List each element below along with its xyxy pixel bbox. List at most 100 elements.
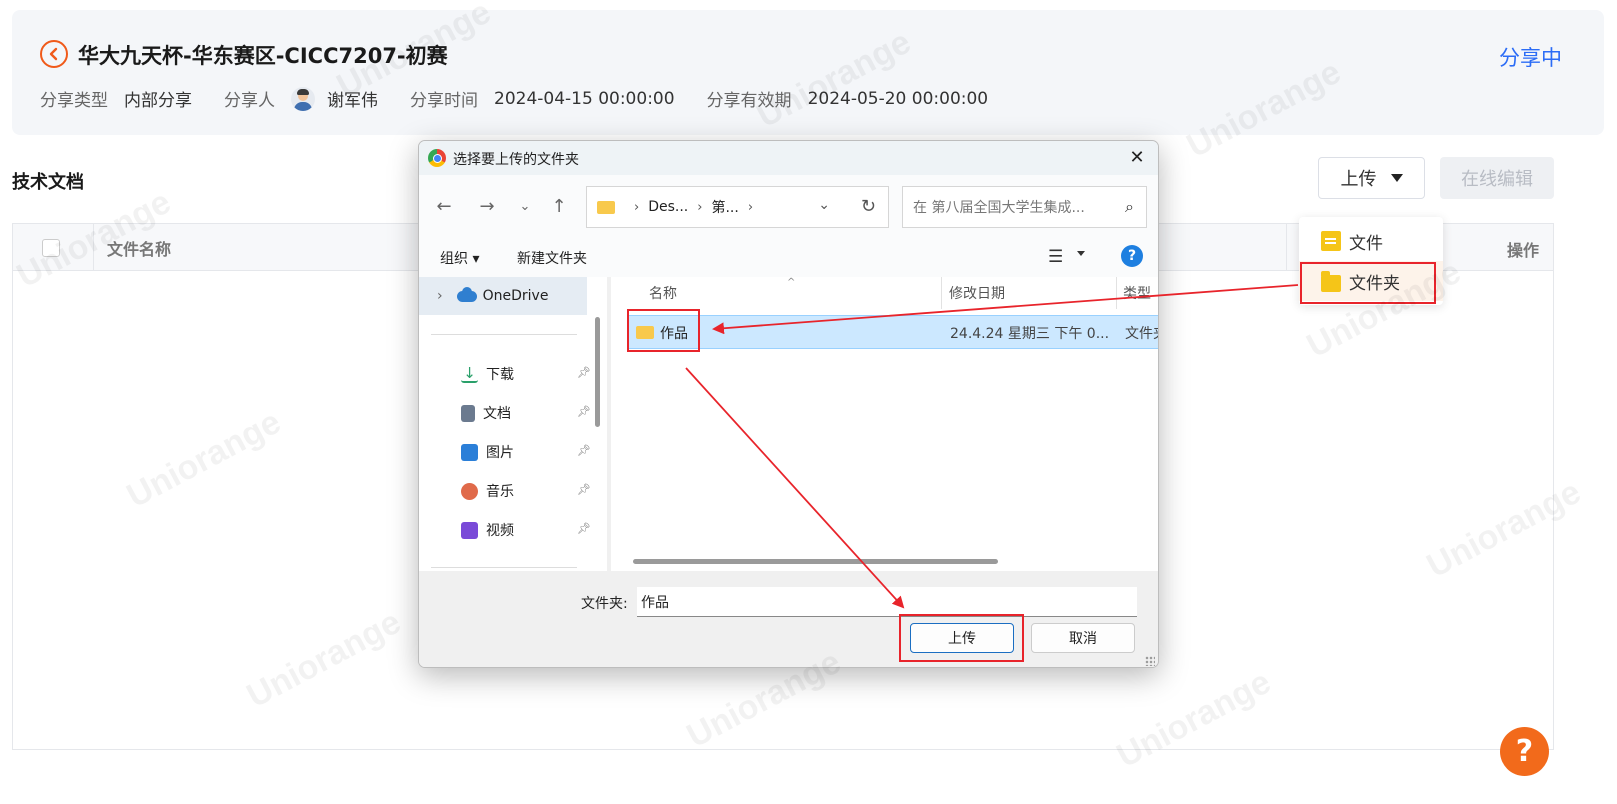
close-icon[interactable]: ✕ <box>1126 146 1148 168</box>
sharer-label: 分享人 <box>224 91 275 111</box>
caret-down-icon <box>1390 174 1403 182</box>
resize-grip-icon[interactable] <box>1145 656 1155 666</box>
sidebar-item-label: 文档 <box>483 406 511 422</box>
chevron-right-icon: › <box>747 199 754 215</box>
page-title: 华大九天杯-华东赛区-CICC7207-初赛 <box>78 44 448 68</box>
sort-ascending-icon: ^ <box>787 277 796 288</box>
pin-icon[interactable]: 📌︎ <box>577 405 591 418</box>
column-header-name: 文件名称 <box>107 240 172 259</box>
chevron-right-icon[interactable]: › <box>437 288 443 304</box>
up-arrow-icon[interactable]: ↑ <box>548 195 570 217</box>
file-type: 文件夹 <box>1125 326 1158 342</box>
chevron-right-icon: › <box>634 199 640 215</box>
cloud-icon <box>456 286 477 302</box>
navigation-pane: › OneDrive ↓ 下载 📌︎ 文档 📌︎ 图片 📌︎ 音乐 📌︎ 视频 <box>419 277 607 571</box>
folder-icon <box>597 200 615 214</box>
horizontal-scrollbar[interactable] <box>633 559 998 564</box>
pin-icon[interactable]: 📌︎ <box>577 366 591 379</box>
sidebar-item-pictures[interactable]: 图片 📌︎ <box>461 437 591 467</box>
document-icon <box>1321 231 1341 251</box>
help-button[interactable]: ? <box>1500 727 1549 776</box>
chevron-down-icon[interactable]: ⌄ <box>818 197 830 213</box>
sidebar-item-label: 音乐 <box>486 484 514 500</box>
share-valid-label: 分享有效期 <box>706 91 792 111</box>
annotation-box-folder-item <box>627 309 700 352</box>
chevron-right-icon: › <box>697 199 703 215</box>
sidebar-item-label: OneDrive <box>482 288 549 304</box>
forward-arrow-icon[interactable]: → <box>476 195 498 217</box>
dialog-footer: 文件夹: 上传 取消 <box>419 571 1158 667</box>
column-divider[interactable] <box>941 277 942 309</box>
navigation-bar: ← → ⌄ ↑ › Des... › 第... › ⌄ ↻ 在 第八届全国大学生… <box>419 175 1158 237</box>
online-edit-button: 在线编辑 <box>1440 157 1554 199</box>
avatar <box>291 86 315 111</box>
pin-icon[interactable]: 📌︎ <box>577 483 591 496</box>
refresh-icon[interactable]: ↻ <box>861 196 876 217</box>
share-meta: 分享类型 内部分享 分享人 谢军伟 分享时间 2024-04-15 00:00:… <box>40 86 1020 111</box>
picture-icon <box>461 443 478 461</box>
help-icon[interactable]: ? <box>1121 245 1143 267</box>
organize-label: 组织 <box>440 251 468 267</box>
select-all-checkbox[interactable] <box>42 239 60 257</box>
pin-icon[interactable]: 📌︎ <box>577 522 591 535</box>
breadcrumb-folder[interactable]: 第... <box>711 197 738 217</box>
back-arrow-icon[interactable]: ← <box>433 195 455 217</box>
annotation-box-upload-button <box>899 614 1024 662</box>
download-icon: ↓ <box>461 365 478 383</box>
share-time-label: 分享时间 <box>410 91 478 111</box>
new-folder-button[interactable]: 新建文件夹 <box>517 248 587 268</box>
share-type-label: 分享类型 <box>40 91 108 111</box>
document-icon <box>461 404 475 422</box>
sidebar-scrollbar[interactable] <box>595 317 600 427</box>
column-divider[interactable] <box>1116 277 1117 309</box>
menu-item-file-label: 文件 <box>1349 233 1383 254</box>
annotation-box-folder-menu <box>1300 262 1436 304</box>
sidebar-item-videos[interactable]: 视频 📌︎ <box>461 515 591 545</box>
address-bar[interactable]: › Des... › 第... › ⌄ ↻ <box>586 186 889 228</box>
dialog-title: 选择要上传的文件夹 <box>453 152 579 168</box>
column-divider <box>93 224 94 271</box>
folder-name-input[interactable] <box>637 587 1137 617</box>
column-header-operation: 操作 <box>1506 241 1539 260</box>
sidebar-item-label: 下载 <box>486 367 514 383</box>
sidebar-item-downloads[interactable]: ↓ 下载 📌︎ <box>461 359 591 389</box>
cancel-button[interactable]: 取消 <box>1031 623 1135 653</box>
search-placeholder: 在 第八届全国大学生集成... <box>913 200 1085 216</box>
sidebar-item-documents[interactable]: 文档 📌︎ <box>461 398 591 428</box>
search-input[interactable]: 在 第八届全国大学生集成... ⌕ <box>902 186 1147 228</box>
file-date: 24.4.24 星期三 下午 0... <box>950 326 1110 342</box>
sidebar-item-onedrive[interactable]: › OneDrive <box>419 277 587 315</box>
recent-dropdown-icon[interactable]: ⌄ <box>514 195 536 217</box>
upload-dropdown-button[interactable]: 上传 <box>1318 157 1425 199</box>
back-button[interactable] <box>40 40 68 68</box>
column-divider <box>1286 224 1287 271</box>
column-header-date[interactable]: 修改日期 <box>949 283 1005 303</box>
share-type-value: 内部分享 <box>124 91 192 111</box>
section-title: 技术文档 <box>12 172 84 193</box>
breadcrumb-desktop[interactable]: Des... <box>648 199 688 215</box>
divider <box>431 567 577 568</box>
sidebar-item-music[interactable]: 音乐 📌︎ <box>461 476 591 506</box>
menu-item-file[interactable]: 文件 <box>1299 221 1443 261</box>
sidebar-item-label: 图片 <box>486 445 514 461</box>
column-header-name[interactable]: 名称 <box>649 283 677 303</box>
share-valid-value: 2024-05-20 00:00:00 <box>807 88 989 109</box>
pin-icon[interactable]: 📌︎ <box>577 444 591 457</box>
share-time-value: 2024-04-15 00:00:00 <box>494 88 675 109</box>
organize-menu[interactable]: 组织 ▾ <box>440 248 479 268</box>
share-status-link[interactable]: 分享中 <box>1499 42 1562 72</box>
column-header-type[interactable]: 类型 <box>1123 283 1151 303</box>
caret-down-icon[interactable] <box>1077 251 1085 256</box>
folder-field-label: 文件夹: <box>581 596 628 612</box>
list-item[interactable]: 作品 24.4.24 星期三 下午 0... 文件夹 <box>627 315 1158 349</box>
sharer-value: 谢军伟 <box>327 91 378 111</box>
share-info-card: 华大九天杯-华东赛区-CICC7207-初赛 分享中 分享类型 内部分享 分享人… <box>12 10 1604 135</box>
video-icon <box>461 521 478 539</box>
view-options-icon[interactable]: ☰ <box>1048 247 1063 267</box>
music-icon <box>461 482 478 500</box>
chrome-icon <box>428 149 446 167</box>
search-icon[interactable]: ⌕ <box>1125 197 1134 217</box>
divider <box>431 334 577 335</box>
command-bar: 组织 ▾ 新建文件夹 ☰ ? <box>419 237 1158 277</box>
sidebar-item-label: 视频 <box>486 523 514 539</box>
